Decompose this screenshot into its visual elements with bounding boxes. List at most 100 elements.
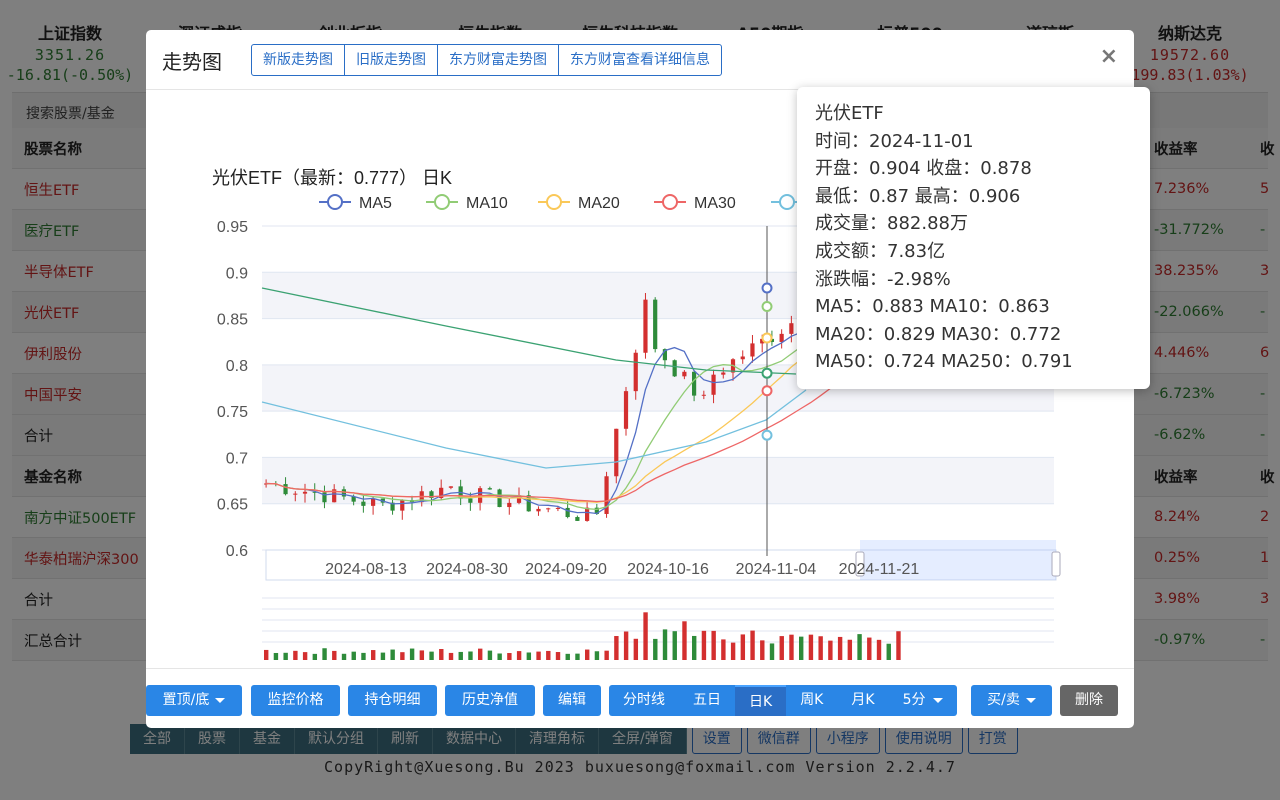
volume-bar: [459, 652, 463, 660]
volume-bar: [566, 654, 570, 660]
volume-bar: [741, 634, 745, 660]
period-label: 周K: [800, 692, 823, 708]
volume-bar: [274, 653, 278, 660]
volume-bar: [410, 649, 414, 660]
tooltip-ma20-ma30: MA20：0.829 MA30：0.772: [815, 321, 1132, 349]
candle-body: [303, 492, 307, 494]
period-tab[interactable]: 月K: [837, 685, 888, 716]
holdings-detail-button[interactable]: 持仓明细: [348, 685, 437, 716]
pin-label: 置顶/底: [163, 692, 210, 708]
tooltip-ma50-ma250: MA50：0.724 MA250：0.791: [815, 348, 1132, 376]
volume-bar: [760, 640, 764, 660]
candle-body: [634, 353, 638, 391]
x-tick-label: 2024-08-30: [426, 561, 508, 578]
legend-item[interactable]: MA10: [426, 195, 508, 212]
modal-footer: 置顶/底 监控价格 持仓明细 历史净值 编辑 分时线五日日K 周K 月K 5分 买/卖…: [146, 668, 1134, 728]
volume-bar: [780, 636, 784, 660]
legend-item[interactable]: MA5: [319, 195, 392, 212]
volume-bar: [663, 629, 667, 660]
volume-bar: [527, 652, 531, 660]
delete-button[interactable]: 删除: [1060, 685, 1118, 716]
tab-eastmoney-chart[interactable]: 东方财富走势图: [437, 44, 559, 76]
period-label: 5分: [903, 692, 926, 708]
y-tick-label: 0.7: [226, 450, 248, 467]
volume-bar: [750, 631, 754, 660]
period-selector: 分时线五日日K 周K 月K 5分: [609, 685, 957, 716]
monitor-price-button[interactable]: 监控价格: [251, 685, 340, 716]
volume-bar: [332, 651, 336, 660]
volume-bar: [429, 652, 433, 660]
ma-marker: [763, 369, 772, 378]
volume-bar: [420, 650, 424, 660]
volume-bar: [624, 632, 628, 660]
volume-bar: [517, 651, 521, 660]
candle-body: [750, 343, 754, 356]
candle-body: [556, 508, 560, 509]
volume-bar: [867, 638, 871, 660]
period-tab[interactable]: 5分: [889, 685, 958, 716]
candle-body: [741, 356, 745, 359]
y-axis-ticks: 0.950.90.850.80.750.70.650.6: [217, 219, 248, 560]
tooltip-open-close: 开盘：0.904 收盘：0.878: [815, 155, 1132, 183]
volume-bar: [342, 654, 346, 660]
volume-bar: [390, 650, 394, 660]
volume-bar: [400, 652, 404, 660]
tab-old-chart[interactable]: 旧版走势图: [344, 44, 438, 76]
legend-item[interactable]: MA20: [538, 195, 620, 212]
volume-bar: [702, 631, 706, 660]
x-tick-label: 2024-09-20: [525, 561, 607, 578]
ma-marker: [763, 386, 772, 395]
y-tick-label: 0.65: [217, 497, 248, 514]
candle-body: [536, 509, 540, 511]
chart-legend[interactable]: MA5MA10MA20MA30MA50: [319, 195, 853, 212]
candle-body: [507, 503, 511, 507]
tooltip-volume: 成交量：882.88万: [815, 210, 1132, 238]
candle-body: [361, 502, 365, 506]
candle-body: [624, 391, 628, 429]
volume-bar: [595, 651, 599, 660]
history-nav-button[interactable]: 历史净值: [445, 685, 535, 716]
volume-bar: [488, 651, 492, 660]
volume-bar: [497, 653, 501, 660]
chart-source-tabs: 新版走势图 旧版走势图 东方财富走势图 东方财富查看详细信息: [251, 44, 722, 76]
period-tab[interactable]: 周K: [786, 685, 837, 716]
volume-bar: [585, 650, 589, 660]
candle-body: [566, 508, 570, 517]
legend-label: MA10: [466, 195, 508, 212]
period-tab[interactable]: 五日: [679, 685, 735, 716]
period-tab[interactable]: 分时线: [609, 685, 679, 716]
legend-item[interactable]: MA30: [654, 195, 736, 212]
volume-bar: [439, 649, 443, 660]
tab-eastmoney-details[interactable]: 东方财富查看详细信息: [558, 44, 722, 76]
pin-toggle-button[interactable]: 置顶/底: [146, 685, 242, 716]
legend-label: MA30: [694, 195, 736, 212]
buy-sell-button[interactable]: 买/卖: [971, 685, 1052, 716]
candle-body: [400, 500, 404, 511]
volume-bar: [322, 648, 326, 660]
tooltip-low-high: 最低：0.87 最高：0.906: [815, 183, 1132, 211]
period-label: 日K: [749, 694, 772, 710]
tooltip-amount: 成交额：7.83亿: [815, 238, 1132, 266]
candle-body: [721, 373, 725, 375]
period-tab[interactable]: 日K: [735, 685, 786, 716]
volume-bar: [789, 635, 793, 660]
edit-button[interactable]: 编辑: [543, 685, 601, 716]
close-icon[interactable]: ×: [1100, 44, 1118, 69]
volume-bar: [857, 634, 861, 660]
chevron-down-icon: [933, 698, 943, 703]
tab-new-chart[interactable]: 新版走势图: [251, 44, 345, 76]
period-label: 月K: [851, 692, 874, 708]
volume-bar: [838, 637, 842, 660]
candle-body: [371, 499, 375, 506]
y-tick-label: 0.75: [217, 404, 248, 421]
candle-body: [488, 488, 492, 489]
x-tick-label: 2024-10-16: [627, 561, 709, 578]
volume-bar: [896, 631, 900, 660]
candle-body: [546, 508, 550, 509]
volume-bar: [556, 652, 560, 660]
candle-body: [702, 395, 706, 396]
volume-bar: [711, 631, 715, 660]
x-tick-label: 2024-08-13: [325, 561, 407, 578]
ma-marker: [763, 334, 772, 343]
chart-title: 光伏ETF（最新：0.777） 日K: [212, 168, 452, 188]
